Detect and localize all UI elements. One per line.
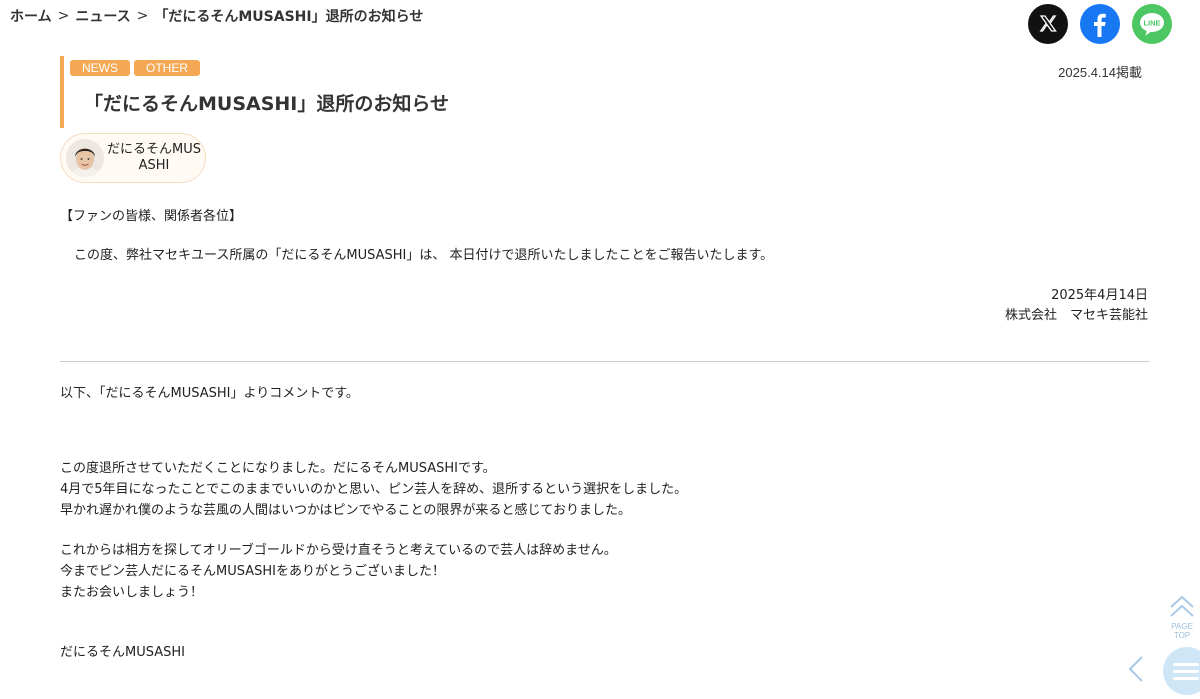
double-chevron-up-icon xyxy=(1170,595,1194,617)
page-title: 「だにるそんMUSASHI」退所のお知らせ xyxy=(84,93,449,115)
comment-paragraph-2: これからは相方を探してオリーブゴールドから受け直そうと考えているので芸人は辞めま… xyxy=(60,540,617,603)
comment-intro: 以下、「だにるそんMUSASHI」よりコメントです。 xyxy=(60,386,359,401)
comment-line: 4月で5年目になったことでこのままでいいのかと思い、ピン芸人を辞め、退所するとい… xyxy=(60,482,688,497)
comment-line: 今までピン芸人だにるそんMUSASHIをありがとうございました！ xyxy=(60,564,445,579)
section-divider xyxy=(60,361,1150,362)
published-date: 2025.4.14掲載 xyxy=(1058,65,1142,80)
comment-line: この度退所させていただくことになりました。だにるそんMUSASHIです。 xyxy=(60,461,496,476)
x-logo-icon xyxy=(1039,15,1057,32)
article-header: NEWS OTHER 「だにるそんMUSASHI」退所のお知らせ 2025.4.… xyxy=(60,56,1154,128)
facebook-logo-icon xyxy=(1094,13,1106,38)
talent-name: だにるそんMUSASHI xyxy=(107,142,201,173)
breadcrumb-current: 「だにるそんMUSASHI」退所のお知らせ xyxy=(154,9,424,25)
greeting-text: 【ファンの皆様、関係者各位】 xyxy=(60,209,243,224)
menu-button[interactable] xyxy=(1163,647,1200,695)
tag-other[interactable]: OTHER xyxy=(134,60,200,76)
comment-signature: だにるそんMUSASHI xyxy=(60,645,185,660)
announcement-date: 2025年4月14日 xyxy=(1051,288,1148,303)
breadcrumb: ホーム > ニュース > 「だにるそんMUSASHI」退所のお知らせ xyxy=(10,6,423,26)
breadcrumb-separator: > xyxy=(136,8,149,24)
person-avatar-icon xyxy=(66,139,104,177)
page-top-label: PAGE TOP xyxy=(1171,622,1193,640)
line-logo-icon: LINE xyxy=(1140,13,1164,36)
breadcrumb-home[interactable]: ホーム xyxy=(10,6,52,26)
previous-button[interactable] xyxy=(1124,654,1148,684)
chevron-left-icon xyxy=(1128,656,1143,682)
x-share-button[interactable] xyxy=(1028,4,1068,44)
comment-line: 早かれ遅かれ僕のような芸風の人間はいつかはピンでやることの限界が来ると感じており… xyxy=(60,503,631,518)
announcement-text: この度、弊社マセキユース所属の「だにるそんMUSASHI」は、 本日付けで退所い… xyxy=(74,248,774,263)
company-name: 株式会社 マセキ芸能社 xyxy=(1004,308,1148,323)
hamburger-menu-icon xyxy=(1165,649,1200,693)
tag-list: NEWS OTHER xyxy=(70,60,200,76)
facebook-share-button[interactable] xyxy=(1080,4,1120,44)
comment-line: これからは相方を探してオリーブゴールドから受け直そうと考えているので芸人は辞めま… xyxy=(60,543,617,558)
breadcrumb-news[interactable]: ニュース xyxy=(75,6,130,26)
avatar xyxy=(66,139,104,177)
comment-line: またお会いしましょう！ xyxy=(60,585,204,600)
tag-news[interactable]: NEWS xyxy=(70,60,130,76)
social-share: LINE xyxy=(1028,4,1172,44)
breadcrumb-separator: > xyxy=(57,8,70,24)
line-logo-text: LINE xyxy=(1143,19,1160,28)
line-share-button[interactable]: LINE xyxy=(1132,4,1172,44)
talent-link[interactable]: だにるそんMUSASHI xyxy=(60,133,206,183)
page-top-button[interactable]: PAGE TOP xyxy=(1166,594,1198,640)
comment-paragraph-1: この度退所させていただくことになりました。だにるそんMUSASHIです。 4月で… xyxy=(60,458,687,521)
